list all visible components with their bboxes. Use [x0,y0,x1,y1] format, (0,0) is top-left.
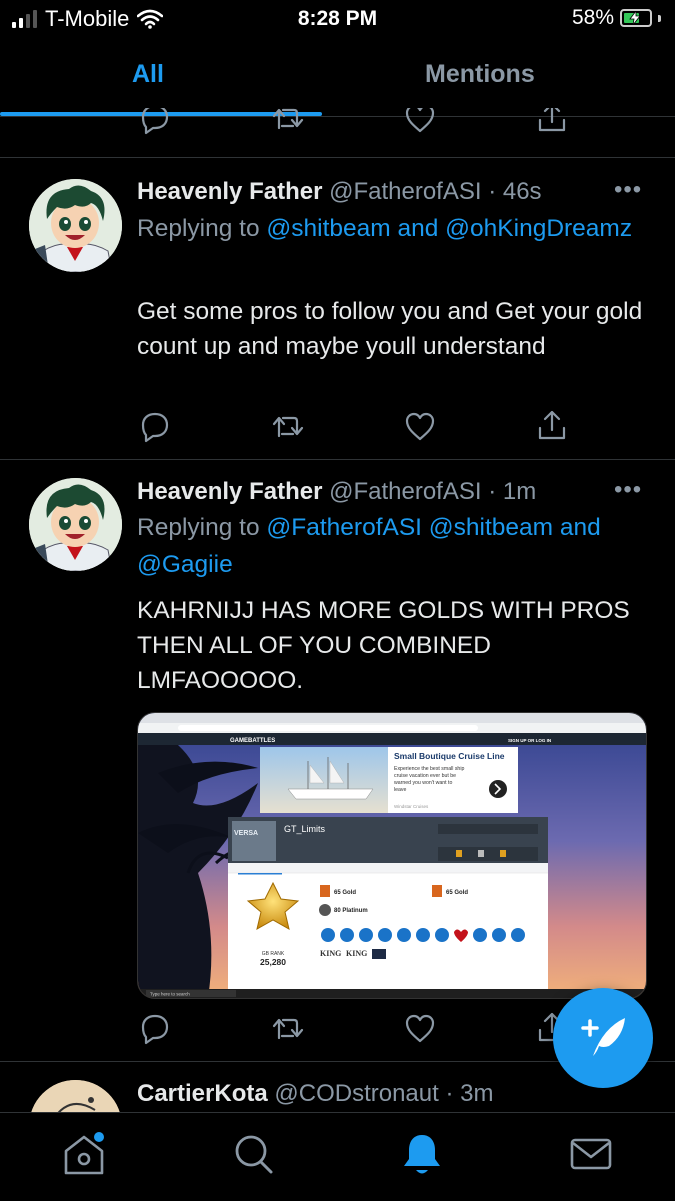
retweet-icon[interactable] [270,408,306,444]
platinum-count: 80 Platinum [334,908,368,914]
ad-text-line: leave [394,787,407,793]
tab-all[interactable]: All [132,60,164,89]
author-handle[interactable]: @CODstronaut [274,1080,438,1107]
more-options-icon[interactable]: ••• [614,476,642,504]
share-icon[interactable] [534,108,570,136]
tweet-header: Heavenly Father @FatherofASI · 46s [137,178,542,205]
battery-status: 58% [572,6,661,30]
divider [0,459,675,460]
more-options-icon[interactable]: ••• [614,176,642,204]
tweet-text: KAHRNIJJ HAS MORE GOLDS WITH PROS THEN A… [137,597,630,694]
divider [0,157,675,158]
tweet-header: CartierKota @CODstronaut · 3m [137,1080,494,1107]
gb-rank-value: 25,280 [260,957,286,967]
avatar[interactable] [29,179,122,272]
author-name[interactable]: Heavenly Father [137,478,322,505]
replying-mentions[interactable]: @shitbeam and @ohKingDreamz [266,215,632,242]
battery-icon [620,9,652,27]
profile-name: GT_Limits [284,824,326,834]
tweet-actions [137,1010,577,1046]
ad-title: Small Boutique Cruise Line [394,751,505,761]
reply-icon[interactable] [137,108,173,136]
tweet-time: 1m [502,478,537,505]
ad-source: Windstar Cruises [394,804,429,809]
signup-link: SIGN UP OR LOG IN [508,738,551,743]
ad-text-line: warned you won't want to [394,780,452,786]
bottom-navigation [0,1112,675,1201]
gamebattles-logo: GAMEBATTLES [230,738,275,744]
status-bar: T-Mobile 8:28 PM 58% [0,0,675,40]
notifications-icon[interactable] [400,1131,444,1177]
svg-text:KING: KING [320,949,341,958]
previous-tweet-actions [137,108,577,138]
retweet-icon[interactable] [270,108,306,136]
messages-icon[interactable] [569,1131,613,1177]
like-icon[interactable] [402,108,438,136]
replying-prefix: Replying to [137,514,260,541]
taskbar-search: Type here to search [150,992,190,997]
reply-icon[interactable] [137,408,173,444]
home-icon[interactable] [62,1131,106,1177]
tab-mentions[interactable]: Mentions [425,60,535,89]
retweet-icon[interactable] [270,1010,306,1046]
tweet-text: Get some pros to follow you and Get your… [137,298,643,360]
tweet-time: 46s [502,178,542,205]
anime-avatar-image [29,478,122,571]
compose-tweet-icon [581,1018,625,1056]
svg-text:VERSA: VERSA [234,830,258,837]
tweet-media-image[interactable]: GAMEBATTLES SIGN UP OR LOG IN Small Bout… [137,712,647,999]
tweet-time: 3m [460,1080,494,1107]
share-icon[interactable] [534,408,570,444]
tweet-actions [137,408,577,444]
reply-icon[interactable] [137,1010,173,1046]
gold-count-1: 65 Gold [334,890,356,896]
author-name[interactable]: CartierKota [137,1080,268,1107]
search-icon[interactable] [231,1131,275,1177]
svg-text:KING: KING [346,949,367,958]
gold-count-2: 65 Gold [446,890,468,896]
battery-percent: 58% [571,6,614,29]
replying-to: Replying to @shitbeam and @ohKingDreamz [137,210,657,247]
like-icon[interactable] [402,408,438,444]
anime-avatar-image [29,179,122,272]
author-handle[interactable]: @FatherofASI [329,178,481,205]
avatar[interactable] [29,478,122,571]
ad-text-line: Experience the best small ship [394,766,464,772]
media-screenshot: GAMEBATTLES SIGN UP OR LOG IN Small Bout… [138,713,646,998]
notifications-tabs: All Mentions [0,50,675,117]
replying-prefix: Replying to [137,215,260,242]
replying-to: Replying to @FatherofASI @shitbeam and @… [137,509,657,583]
medal-row [321,928,525,942]
ad-text-line: cruise vacation ever but be [394,773,456,779]
compose-tweet-button[interactable] [553,988,653,1088]
tweet-header: Heavenly Father @FatherofASI · 1m [137,478,537,505]
like-icon[interactable] [402,1010,438,1046]
author-handle[interactable]: @FatherofASI [329,478,481,505]
author-name[interactable]: Heavenly Father [137,178,322,205]
